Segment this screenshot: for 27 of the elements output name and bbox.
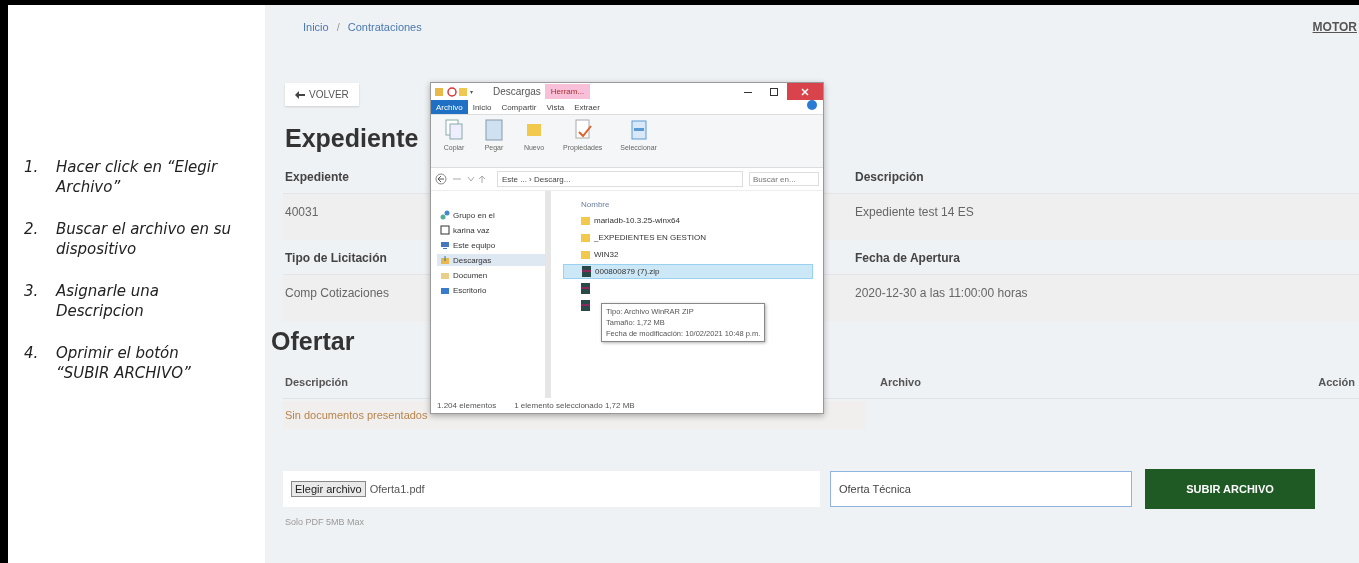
step-number: 3. (24, 281, 40, 302)
step-number: 2. (24, 219, 40, 240)
column-header: Descripción (285, 376, 349, 388)
instruction-text: Oprimir el botón “SUBIR ARCHIVO” (56, 343, 192, 383)
column-header: Archivo (880, 376, 922, 388)
column-header: Nombre (580, 198, 611, 211)
breadcrumb-separator: / (336, 21, 340, 33)
section-heading: Ofertar (271, 327, 355, 356)
column-header: Acción (1318, 376, 1355, 388)
status-text: 1.204 elementos (437, 401, 497, 410)
step-number: 1. (24, 157, 40, 178)
field-label: Descripción (855, 170, 924, 184)
instruction-text: Buscar el archivo en su dispositivo (56, 219, 233, 259)
file-hint: Solo PDF 5MB Max (285, 517, 366, 527)
instruction-text: Hacer click en “Elegir Archivo” (56, 157, 219, 197)
field-label: Fecha de Apertura (855, 251, 960, 265)
window-title: Descargas (493, 86, 541, 97)
field-label: Tipo de Licitación (285, 251, 387, 265)
page-heading: Expediente (285, 124, 419, 153)
field-value: Expediente test 14 ES (855, 205, 974, 219)
field-value: 2020-12-30 a las 11:00:00 horas (855, 286, 1028, 300)
step-number: 4. (24, 343, 40, 364)
instruction-text: Asignarle una Descripcion (56, 281, 160, 321)
field-label: Expediente (285, 170, 350, 184)
status-text: 1 elemento seleccionado 1,72 MB (514, 401, 635, 410)
field-value: 40031 (285, 205, 319, 219)
field-value: Comp Cotizaciones (285, 286, 390, 300)
